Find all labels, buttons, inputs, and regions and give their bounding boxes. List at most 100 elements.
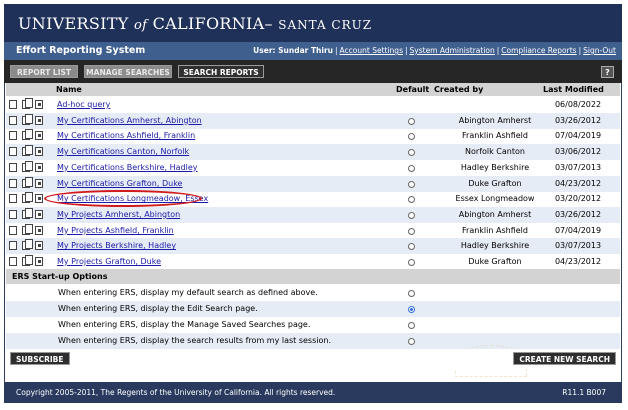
main-toolbar: REPORT LIST MANAGE SEARCHES SEARCH REPOR…	[4, 60, 622, 83]
default-radio[interactable]	[408, 259, 415, 266]
document-icon[interactable]	[9, 100, 17, 109]
startup-option-radio[interactable]	[408, 290, 415, 297]
default-radio[interactable]	[408, 227, 415, 235]
edit-icon[interactable]	[35, 100, 43, 109]
manage-searches-button[interactable]: MANAGE SEARCHES	[84, 65, 172, 78]
document-icon[interactable]	[9, 194, 17, 204]
search-name-link[interactable]: My Projects Amherst, Abington	[57, 210, 180, 219]
search-name-link[interactable]: My Projects Ashfield, Franklin	[57, 226, 174, 235]
startup-option-label: When entering ERS, display the search re…	[58, 336, 331, 345]
col-last-modified: Last Modified	[543, 85, 604, 94]
copy-icon[interactable]	[22, 192, 33, 204]
default-radio[interactable]	[408, 243, 415, 251]
startup-option-label: When entering ERS, display the Manage Sa…	[58, 320, 311, 329]
system-administration-link[interactable]: System Administration	[410, 46, 495, 55]
edit-icon[interactable]	[35, 115, 43, 125]
default-radio[interactable]	[408, 117, 415, 125]
search-name-link[interactable]: My Certifications Berkshire, Hadley	[57, 163, 198, 172]
copy-icon[interactable]	[22, 176, 33, 188]
table-row: My Certifications Grafton, Duke Duke Graf…	[6, 175, 620, 192]
last-modified: 06/08/2022	[554, 100, 602, 109]
startup-option-label: When entering ERS, display the Edit Sear…	[58, 304, 258, 313]
last-modified: 03/26/2012	[554, 115, 602, 125]
edit-icon[interactable]	[35, 162, 43, 172]
create-new-search-button[interactable]: CREATE NEW SEARCH	[513, 352, 616, 365]
edit-icon[interactable]	[35, 225, 43, 235]
document-icon[interactable]	[9, 162, 17, 172]
edit-icon[interactable]	[35, 131, 43, 141]
default-radio[interactable]	[408, 211, 415, 219]
university-banner: UNIVERSITY of CALIFORNIA– SANTA CRUZ	[4, 4, 622, 42]
startup-options-title: ERS Start-up Options	[12, 272, 108, 281]
document-icon[interactable]	[9, 257, 17, 266]
search-name-link[interactable]: My Certifications Amherst, Abington	[57, 116, 202, 125]
document-icon[interactable]	[9, 241, 17, 251]
edit-icon[interactable]	[35, 147, 43, 157]
startup-option-radio[interactable]	[408, 322, 415, 329]
default-radio[interactable]	[408, 164, 415, 172]
search-name-link[interactable]: Ad-hoc query	[57, 100, 110, 109]
search-name-link[interactable]: My Projects Berkshire, Hadley	[57, 241, 176, 250]
document-icon[interactable]	[9, 115, 17, 125]
default-radio[interactable]	[408, 180, 415, 188]
table-row: My Certifications Amherst, Abington Abing…	[6, 112, 620, 129]
account-settings-link[interactable]: Account Settings	[340, 46, 403, 55]
search-name-link[interactable]: My Certifications Grafton, Duke	[57, 179, 182, 188]
copy-icon[interactable]	[22, 113, 33, 125]
edit-icon[interactable]	[35, 241, 43, 251]
univ-word-of: of	[134, 18, 148, 33]
default-radio[interactable]	[408, 196, 415, 204]
copy-icon[interactable]	[22, 160, 33, 172]
edit-icon[interactable]	[35, 194, 43, 204]
startup-option-radio[interactable]	[408, 338, 415, 345]
document-icon[interactable]	[9, 147, 17, 157]
table-header: Name Default Created by Last Modified	[6, 83, 620, 96]
help-icon[interactable]: ?	[601, 66, 614, 78]
copy-icon[interactable]	[22, 255, 33, 266]
table-row: My Projects Berkshire, Hadley Hadley Berk…	[6, 238, 620, 255]
search-reports-button[interactable]: SEARCH REPORTS	[178, 65, 264, 78]
table-row: My Certifications Ashfield, Franklin Fran…	[6, 128, 620, 144]
univ-separator: –	[264, 14, 279, 33]
copy-icon[interactable]	[22, 98, 33, 109]
subscribe-button[interactable]: SUBSCRIBE	[10, 352, 70, 365]
document-icon[interactable]	[9, 225, 17, 235]
edit-icon[interactable]	[35, 209, 43, 219]
last-modified: 03/20/2012	[554, 194, 602, 204]
document-icon[interactable]	[9, 131, 17, 141]
table-row: Ad-hoc query 06/08/2022	[6, 97, 620, 113]
startup-option-row: When entering ERS, display the Edit Sear…	[6, 301, 620, 317]
search-name-link[interactable]: My Certifications Canton, Norfolk	[57, 147, 189, 156]
univ-word-1: UNIVERSITY	[18, 14, 134, 33]
col-created-by: Created by	[434, 85, 484, 94]
startup-option-radio[interactable]	[408, 306, 415, 313]
document-icon[interactable]	[9, 209, 17, 219]
default-radio[interactable]	[408, 149, 415, 157]
app-title: Effort Reporting System	[16, 45, 146, 56]
report-list-button[interactable]: REPORT LIST	[10, 65, 78, 78]
user-label: User: Sundar Thiru	[253, 46, 334, 55]
edit-icon[interactable]	[35, 257, 43, 266]
row-actions	[9, 207, 49, 220]
default-radio[interactable]	[408, 133, 415, 141]
univ-campus: SANTA CRUZ	[278, 18, 373, 32]
document-icon[interactable]	[9, 178, 17, 188]
copy-icon[interactable]	[22, 239, 33, 251]
created-by: Franklin Ashfield	[462, 225, 528, 235]
last-modified: 07/04/2019	[554, 131, 602, 141]
search-name-link[interactable]: My Projects Grafton, Duke	[57, 257, 161, 266]
edit-icon[interactable]	[35, 178, 43, 188]
created-by: Abington Amherst	[458, 115, 532, 125]
copy-icon[interactable]	[22, 207, 33, 219]
version-text: R11.1 B007	[562, 388, 606, 397]
copy-icon[interactable]	[22, 129, 33, 141]
copy-icon[interactable]	[22, 145, 33, 157]
footer: Copyright 2005-2011, The Regents of the …	[4, 382, 622, 403]
created-by: Norfolk Canton	[465, 147, 525, 157]
search-name-link[interactable]: My Certifications Ashfield, Franklin	[57, 131, 195, 140]
compliance-reports-link[interactable]: Compliance Reports	[501, 46, 576, 55]
table-row: My Projects Grafton, Duke Duke Grafton 04/…	[6, 254, 620, 270]
copy-icon[interactable]	[22, 223, 33, 235]
sign-out-link[interactable]: Sign-Out	[583, 46, 616, 55]
last-modified: 04/23/2012	[554, 178, 602, 188]
